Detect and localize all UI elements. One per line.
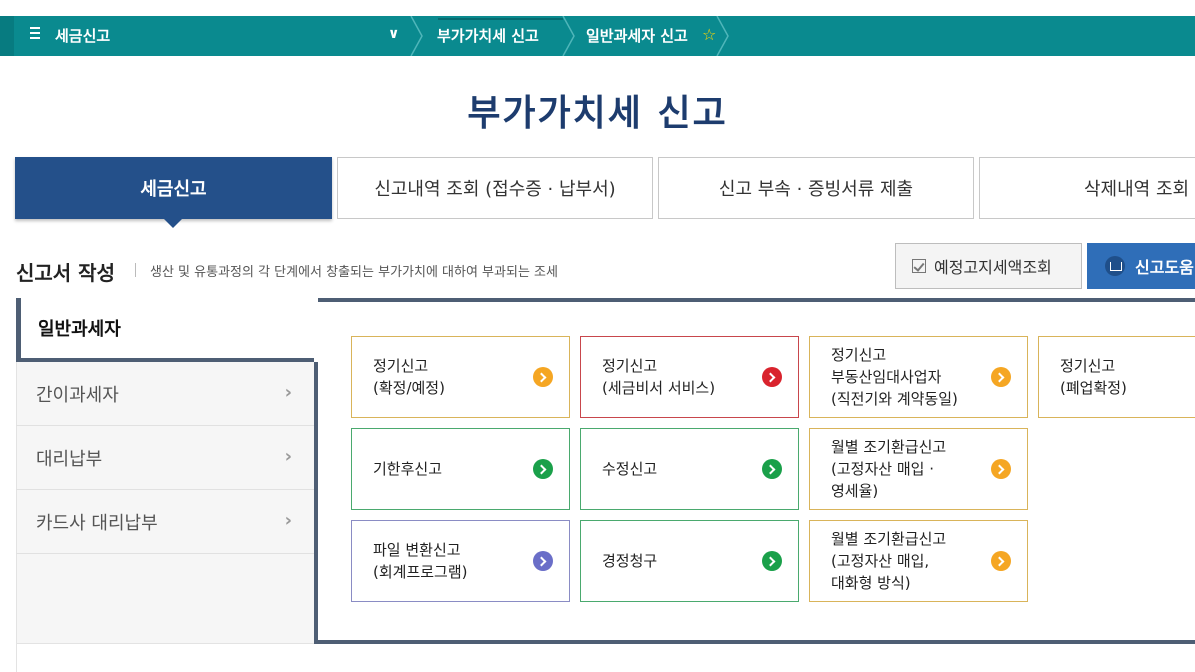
active-tab-pointer bbox=[163, 218, 183, 228]
tab-filing-history[interactable]: 신고내역 조회 (접수증 · 납부서) bbox=[337, 157, 653, 219]
card-line: 영세율) bbox=[831, 482, 879, 500]
side-item-card-proxy-payment[interactable]: 카드사 대리납부 › bbox=[16, 490, 316, 554]
card-line: (직전기와 계약동일) bbox=[831, 390, 958, 408]
help-button-label: 신고도움 bbox=[1135, 258, 1194, 277]
breadcrumb-vat-return[interactable]: 부가가치세 신고 bbox=[437, 25, 539, 46]
card-regular-filing-rental[interactable]: 정기신고부동산임대사업자 (직전기와 계약동일) bbox=[809, 336, 1028, 418]
checkbox-edit-icon bbox=[912, 259, 926, 273]
side-item-label: 일반과세자 bbox=[38, 319, 121, 340]
arrow-right-circle-icon bbox=[991, 367, 1011, 387]
top-nav-bar: 세금신고 ∨ 부가가치세 신고 일반과세자 신고 ☆ bbox=[0, 15, 1195, 57]
side-item-proxy-payment[interactable]: 대리납부 › bbox=[16, 426, 316, 490]
active-crumb-indicator bbox=[438, 18, 563, 20]
arrow-right-circle-icon bbox=[533, 459, 553, 479]
card-line: 부동산임대사업자 bbox=[831, 368, 942, 386]
card-line: 수정신고 bbox=[602, 460, 658, 478]
card-regular-filing[interactable]: 정기신고 (확정/예정) bbox=[351, 336, 570, 418]
section-divider bbox=[135, 263, 136, 277]
card-monthly-early-refund-interactive[interactable]: 월별 조기환급신고 (고정자산 매입, 대화형 방식) bbox=[809, 520, 1028, 602]
card-line: (폐업확정) bbox=[1060, 379, 1127, 397]
nav-left-accent bbox=[0, 16, 14, 56]
arrow-right-circle-icon bbox=[991, 551, 1011, 571]
card-amended-filing[interactable]: 수정신고 bbox=[580, 428, 799, 510]
card-line: 정기신고 bbox=[1060, 357, 1116, 375]
card-monthly-early-refund-zero-rate[interactable]: 월별 조기환급신고 (고정자산 매입 · 영세율) bbox=[809, 428, 1028, 510]
card-line: 월별 조기환급신고 bbox=[831, 530, 947, 548]
side-item-label: 대리납부 bbox=[36, 448, 103, 470]
tab-tax-filing[interactable]: 세금신고 bbox=[15, 157, 332, 219]
card-file-conversion[interactable]: 파일 변환신고 (회계프로그램) bbox=[351, 520, 570, 602]
tab-attachment-submit[interactable]: 신고 부속 · 증빙서류 제출 bbox=[658, 157, 974, 219]
breadcrumb-general-taxpayer[interactable]: 일반과세자 신고 bbox=[586, 25, 688, 46]
chevron-down-icon[interactable]: ∨ bbox=[388, 26, 399, 42]
card-line: (고정자산 매입, bbox=[831, 552, 930, 570]
breadcrumb-separator-icon bbox=[716, 15, 732, 57]
card-line: 정기신고 bbox=[602, 357, 658, 375]
notice-amount-label: 예정고지세액조회 bbox=[934, 258, 1052, 277]
card-line: 대화형 방식) bbox=[831, 574, 911, 592]
page-title: 부가가치세 신고 bbox=[467, 93, 728, 134]
tab-deleted-history-label: 삭제내역 조회 bbox=[1084, 179, 1190, 200]
card-line: (고정자산 매입 · bbox=[831, 460, 934, 478]
card-regular-filing-secretary[interactable]: 정기신고 (세금비서 서비스) bbox=[580, 336, 799, 418]
card-line: 파일 변환신고 bbox=[373, 541, 461, 559]
section-description: 생산 및 유통과정의 각 단계에서 창출되는 부가가치에 대하여 부과되는 조세 bbox=[150, 265, 558, 280]
card-line: (회계프로그램) bbox=[373, 563, 468, 581]
tab-deleted-history[interactable]: 삭제내역 조회 bbox=[979, 157, 1195, 219]
card-line: 정기신고 bbox=[831, 346, 887, 364]
chevron-right-icon: › bbox=[284, 382, 292, 403]
section-title: 신고서 작성 bbox=[16, 261, 115, 285]
card-line: 월별 조기환급신고 bbox=[831, 438, 947, 456]
help-button[interactable]: 신고도움 bbox=[1087, 243, 1195, 289]
side-item-label: 간이과세자 bbox=[36, 384, 119, 406]
card-line: (세금비서 서비스) bbox=[602, 379, 716, 397]
favorite-star-icon[interactable]: ☆ bbox=[702, 25, 716, 44]
nav-menu-title[interactable]: 세금신고 bbox=[55, 25, 110, 46]
arrow-right-circle-icon bbox=[762, 459, 782, 479]
side-menu-bottom bbox=[16, 643, 316, 672]
arrow-right-circle-icon bbox=[762, 551, 782, 571]
arrow-right-circle-icon bbox=[762, 367, 782, 387]
card-correction-request[interactable]: 경정청구 bbox=[580, 520, 799, 602]
side-item-label: 카드사 대리납부 bbox=[36, 512, 158, 534]
side-item-simplified-taxpayer[interactable]: 간이과세자 › bbox=[16, 362, 316, 426]
chevron-right-icon: › bbox=[284, 446, 292, 467]
side-item-general-taxpayer[interactable]: 일반과세자 bbox=[16, 298, 316, 362]
arrow-right-circle-icon bbox=[533, 551, 553, 571]
breadcrumb-separator-icon bbox=[410, 15, 426, 57]
arrow-right-circle-icon bbox=[991, 459, 1011, 479]
book-icon bbox=[1105, 256, 1125, 276]
notice-amount-button[interactable]: 예정고지세액조회 bbox=[895, 243, 1082, 289]
card-line: 정기신고 bbox=[373, 357, 429, 375]
breadcrumb-separator-icon bbox=[562, 15, 578, 57]
chevron-right-icon: › bbox=[284, 510, 292, 531]
card-late-filing[interactable]: 기한후신고 bbox=[351, 428, 570, 510]
card-regular-filing-closure[interactable]: 정기신고 (폐업확정) bbox=[1038, 336, 1195, 418]
card-line: (확정/예정) bbox=[373, 379, 445, 397]
card-line: 경정청구 bbox=[602, 552, 658, 570]
card-line: 기한후신고 bbox=[373, 460, 443, 478]
arrow-right-circle-icon bbox=[533, 367, 553, 387]
hamburger-menu-icon[interactable] bbox=[30, 27, 42, 41]
